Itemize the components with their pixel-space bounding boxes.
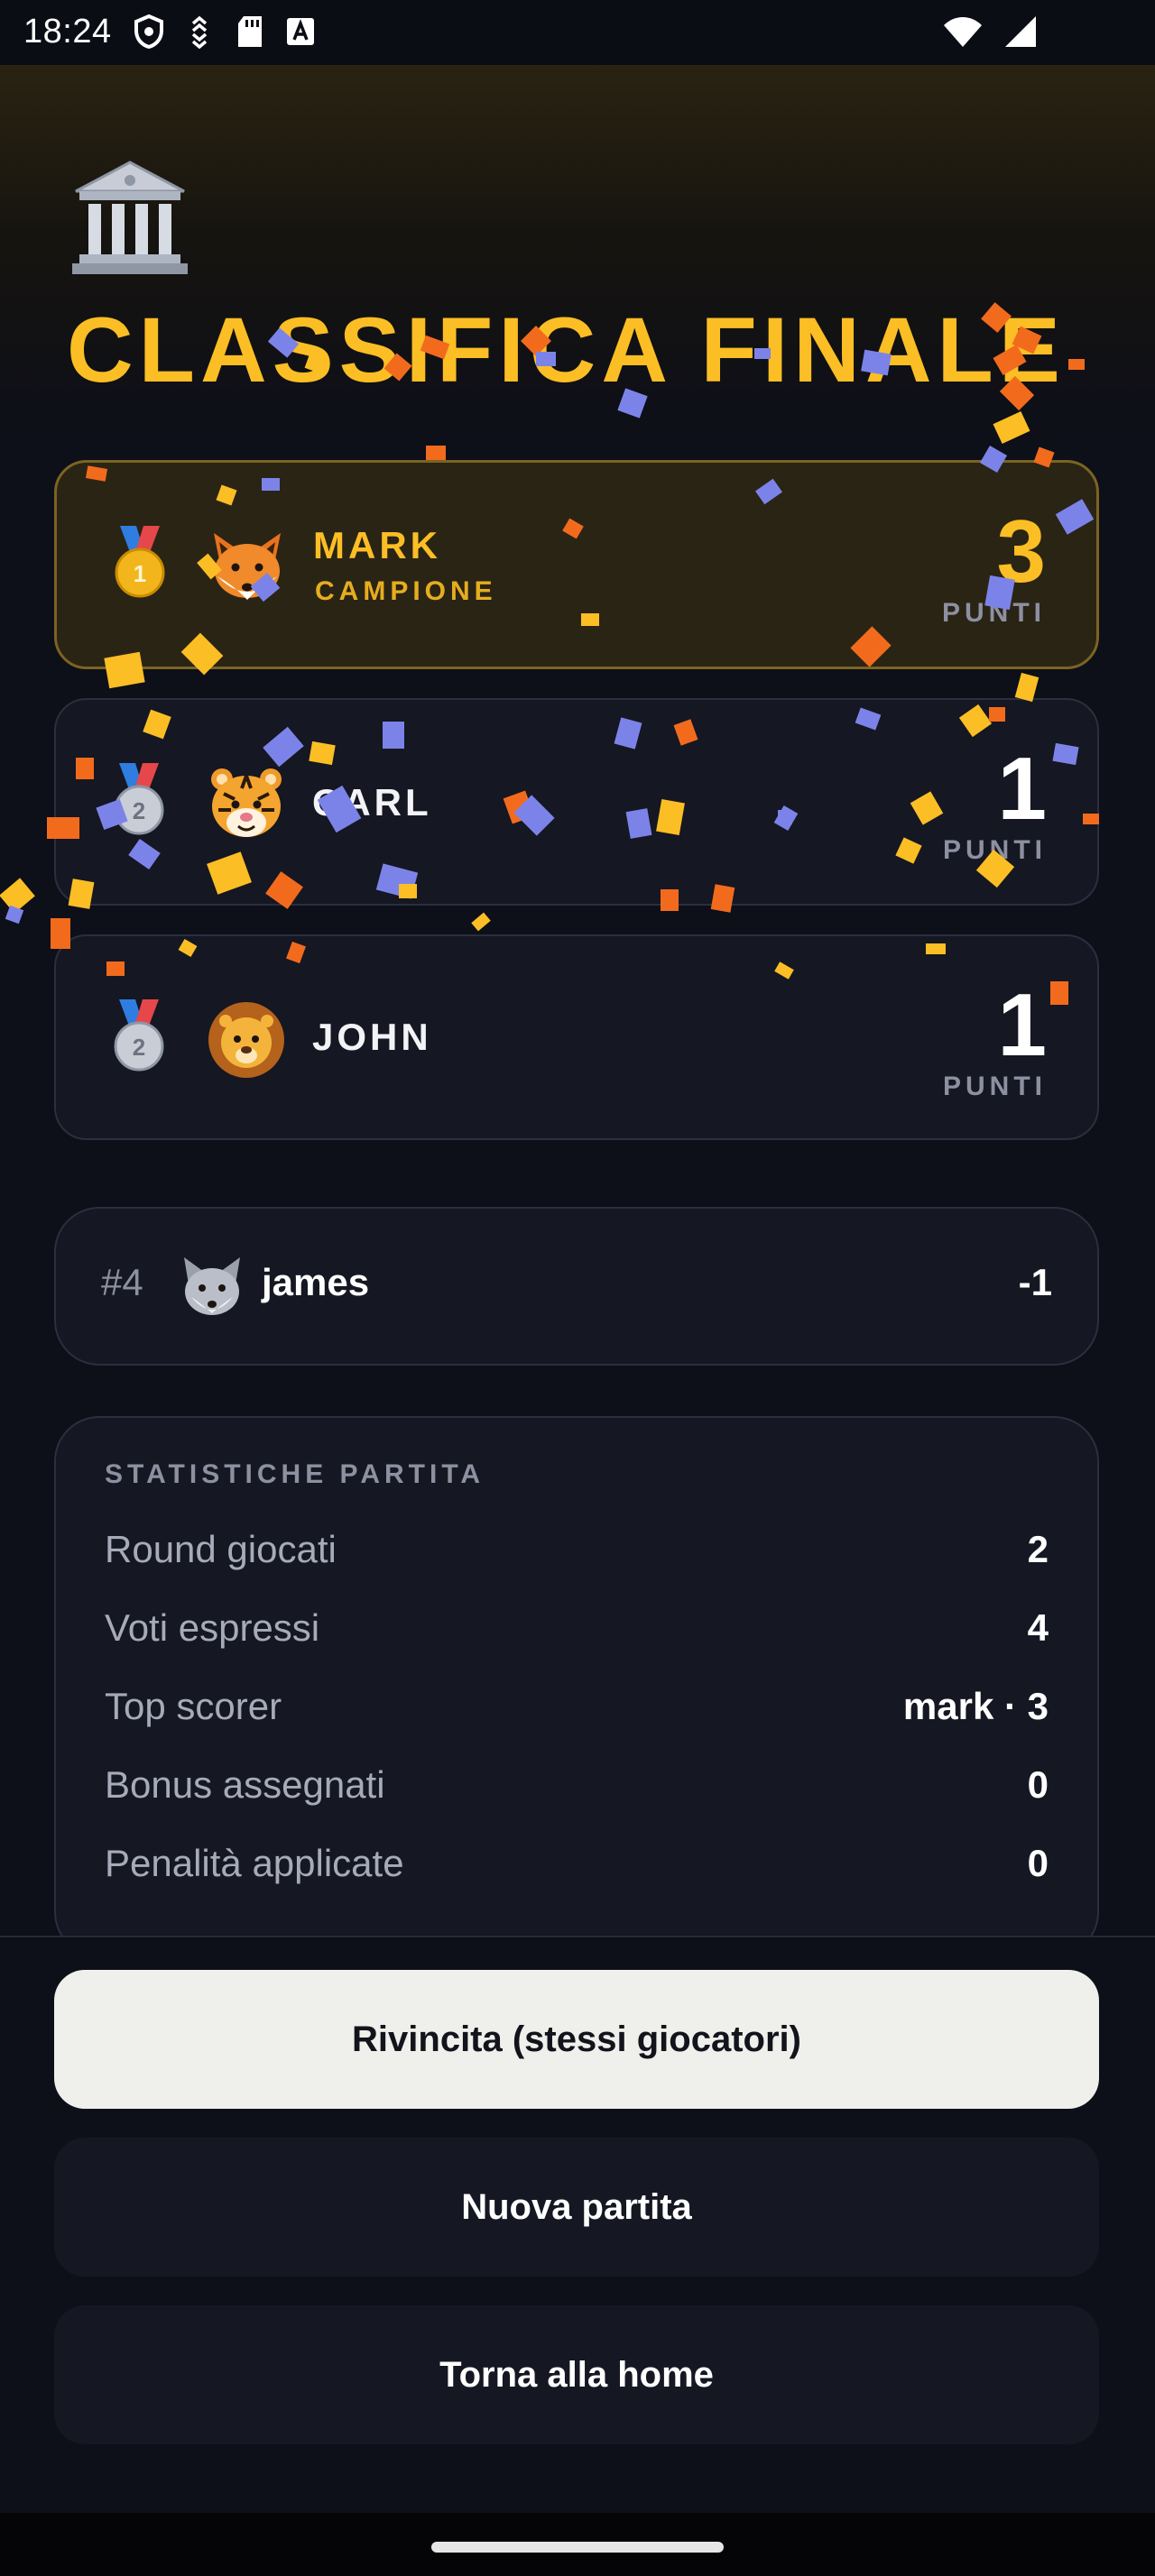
classical-building-icon xyxy=(67,153,193,280)
champion-label: CAMPIONE xyxy=(315,576,497,606)
rematch-button[interactable]: Rivincita (stessi giocatori) xyxy=(54,1970,1099,2109)
status-time: 18:24 xyxy=(23,13,112,51)
player-score: -1 xyxy=(1018,1261,1052,1303)
wolf-icon xyxy=(179,1254,245,1320)
page-title: CLASSIFICA FINALE xyxy=(67,299,1066,401)
match-stats-panel: STATISTICHE PARTITA Round giocati 2 Voti… xyxy=(54,1416,1099,1957)
podium-card-second: 2 CARL 1 PUNTI xyxy=(54,698,1099,906)
tiger-icon xyxy=(206,763,287,844)
new-game-button[interactable]: Nuova partita xyxy=(54,2138,1099,2277)
stat-value: 0 xyxy=(1027,1763,1049,1806)
player-name: JOHN xyxy=(312,1016,432,1058)
stat-label: Penalità applicate xyxy=(105,1842,404,1884)
status-bar: 18:24 xyxy=(0,0,1155,65)
player-points: 3 xyxy=(996,501,1046,601)
action-footer: Rivincita (stessi giocatori) Nuova parti… xyxy=(0,1936,1155,2515)
player-name: MARK xyxy=(313,524,441,566)
lion-icon xyxy=(206,999,287,1081)
stat-row-penalties: Penalità applicate 0 xyxy=(105,1842,1049,1896)
podium-card-third: 2 JOHN 1 PUNTI xyxy=(54,934,1099,1140)
data-saver-icon xyxy=(184,14,215,50)
svg-text:2: 2 xyxy=(133,797,145,824)
svg-text:1: 1 xyxy=(134,560,146,587)
stat-label: Top scorer xyxy=(105,1685,282,1727)
home-button[interactable]: Torna alla home xyxy=(54,2305,1099,2444)
gold-medal-icon: 1 xyxy=(107,526,172,602)
ranking-row: #4 james -1 xyxy=(54,1207,1099,1366)
points-label: PUNTI xyxy=(943,835,1047,865)
player-points: 1 xyxy=(997,739,1047,838)
player-points: 1 xyxy=(997,975,1047,1074)
silver-medal-icon: 2 xyxy=(106,763,171,839)
points-label: PUNTI xyxy=(943,1072,1047,1101)
stat-row-bonus: Bonus assegnati 0 xyxy=(105,1763,1049,1817)
stat-row-votes: Voti espressi 4 xyxy=(105,1606,1049,1661)
stat-value: mark · 3 xyxy=(902,1685,1049,1727)
podium-card-first: 1 MARK CAMPIONE 3 PUNTI xyxy=(54,460,1099,669)
stat-value: 4 xyxy=(1027,1606,1049,1649)
fox-icon xyxy=(207,526,288,607)
ranking-position: #4 xyxy=(101,1261,143,1303)
stats-heading: STATISTICHE PARTITA xyxy=(105,1459,485,1489)
status-notification-icons xyxy=(134,14,316,50)
silver-medal-icon: 2 xyxy=(106,999,171,1075)
stat-value: 0 xyxy=(1027,1842,1049,1884)
stat-value: 2 xyxy=(1027,1528,1049,1570)
points-label: PUNTI xyxy=(942,598,1046,628)
stat-row-top-scorer: Top scorer mark · 3 xyxy=(105,1685,1049,1739)
gesture-nav-bar xyxy=(0,2513,1155,2576)
stat-label: Round giocati xyxy=(105,1528,337,1570)
stat-label: Bonus assegnati xyxy=(105,1763,385,1806)
wifi-icon xyxy=(942,14,984,53)
stat-label: Voti espressi xyxy=(105,1606,320,1649)
player-name: james xyxy=(262,1261,370,1303)
cellular-signal-icon xyxy=(1002,14,1038,53)
keyboard-a-icon xyxy=(285,14,316,49)
home-gesture-handle[interactable] xyxy=(431,2542,724,2553)
status-system-icons xyxy=(942,14,1038,53)
sd-card-icon xyxy=(235,14,265,49)
player-name: CARL xyxy=(312,781,432,823)
svg-text:2: 2 xyxy=(133,1034,145,1061)
stat-row-rounds: Round giocati 2 xyxy=(105,1528,1049,1582)
shield-icon xyxy=(134,14,164,50)
